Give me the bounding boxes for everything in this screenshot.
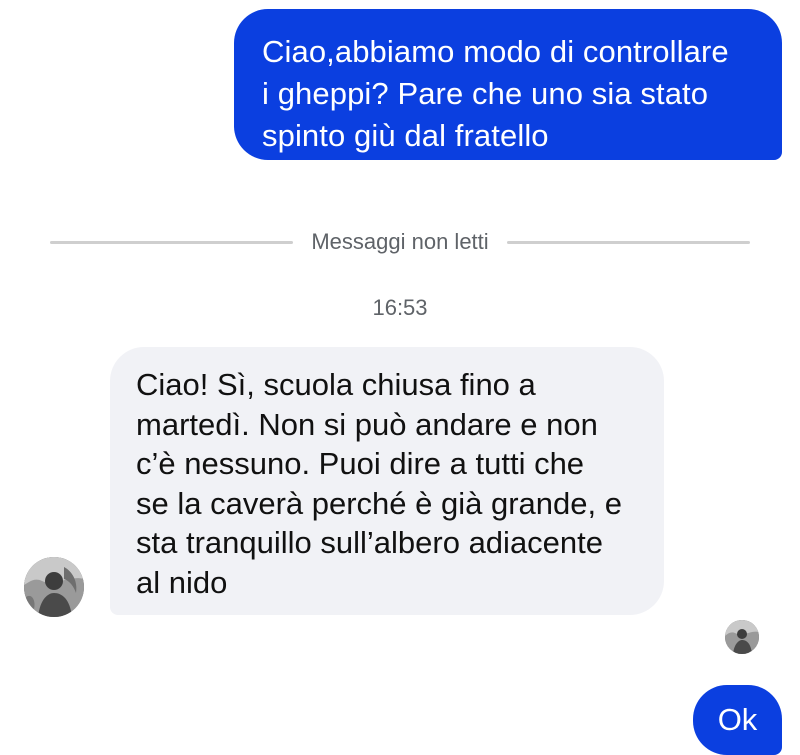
sent-message-bubble-ok[interactable]: Ok bbox=[693, 685, 782, 755]
contact-avatar[interactable] bbox=[24, 557, 84, 617]
message-text-line: c’è nessuno. Puoi dire a tutti che bbox=[136, 446, 585, 481]
unread-messages-label: Messaggi non letti bbox=[311, 229, 489, 254]
contact-avatar-photo-icon bbox=[24, 557, 84, 617]
unread-messages-divider: Messaggi non letti bbox=[50, 226, 751, 258]
message-text-line: al nido bbox=[136, 564, 228, 600]
message-text-line: se la caverà perché è già grande, e bbox=[136, 485, 622, 521]
divider-line-left bbox=[50, 240, 294, 244]
received-message-bubble[interactable]: Ciao! Sì, scuola chiusa fino a martedì. … bbox=[110, 347, 664, 615]
message-text-line: i gheppi? Pare che uno sia stato bbox=[262, 76, 709, 111]
message-text-line: spinto giù dal fratello bbox=[262, 118, 549, 153]
read-receipt-avatar-icon bbox=[725, 620, 759, 654]
sent-message-bubble[interactable]: Ciao,abbiamo modo di controllare i ghepp… bbox=[234, 9, 782, 160]
message-text: Ok bbox=[717, 702, 758, 737]
read-receipt-avatar bbox=[725, 620, 759, 654]
message-text-line: sta tranquillo sull’albero adiacente bbox=[136, 525, 604, 560]
divider-line-right bbox=[506, 240, 751, 244]
message-text-line: Ciao,abbiamo modo di controllare bbox=[262, 34, 729, 69]
message-text-line: martedì. Non si può andare e non bbox=[136, 406, 598, 442]
message-text-line: Ciao! Sì, scuola chiusa fino a bbox=[136, 367, 536, 402]
message-timestamp: 16:53 bbox=[372, 295, 428, 320]
